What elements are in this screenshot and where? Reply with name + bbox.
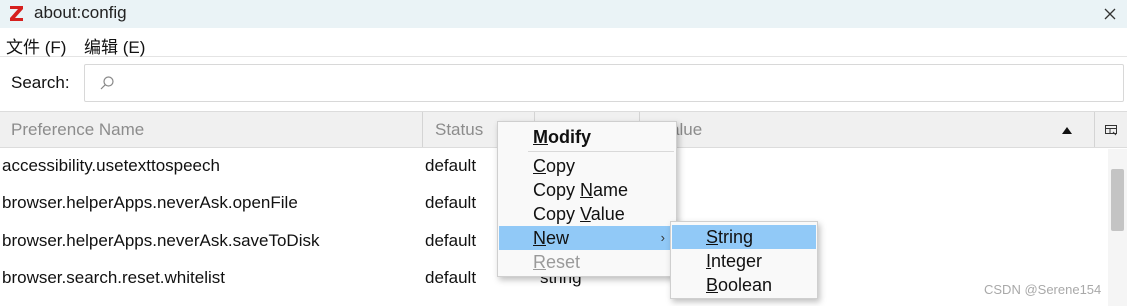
scrollbar-thumb[interactable] (1111, 169, 1124, 231)
watermark: CSDN @Serene154 (984, 282, 1102, 297)
window-title: about:config (34, 3, 127, 22)
menu-item-new-boolean[interactable]: Boolean (672, 273, 816, 297)
search-input[interactable] (123, 69, 1103, 97)
menu-item-new-label: New (533, 228, 570, 248)
menu-item-copy-name[interactable]: Copy Name (499, 178, 675, 202)
search-label: Search: (11, 73, 70, 92)
app-logo-icon (10, 6, 23, 21)
menu-item-copy-label: Copy (533, 156, 576, 176)
menu-item-reset: Reset (499, 250, 675, 274)
column-picker-icon (1105, 124, 1117, 135)
menu-item-new[interactable]: New › (499, 226, 675, 250)
menu-edit[interactable]: 编辑 (E) (84, 33, 145, 58)
menu-file[interactable]: 文件 (F) (6, 33, 66, 58)
menu-separator (528, 151, 674, 152)
menu-item-copy-value-label: Copy Value (533, 204, 625, 224)
search-box[interactable] (84, 64, 1124, 102)
vertical-scrollbar[interactable] (1108, 149, 1127, 306)
menu-item-reset-label: Reset (533, 252, 581, 272)
menu-item-copy-value[interactable]: Copy Value (499, 202, 675, 226)
preference-status: default (425, 268, 477, 287)
menu-item-new-integer[interactable]: Integer (672, 249, 816, 273)
column-picker-button[interactable] (1094, 112, 1127, 147)
menu-item-modify[interactable]: Modify (499, 125, 675, 149)
preference-name: browser.search.reset.whitelist (2, 268, 225, 287)
preference-name: browser.helperApps.neverAsk.openFile (2, 193, 298, 212)
preference-name: accessibility.usetexttospeech (2, 156, 220, 175)
preference-status: default (425, 231, 477, 250)
column-preference-name[interactable]: Preference Name (0, 112, 423, 147)
context-menu: Modify Copy Copy Name Copy Value New › R… (497, 121, 677, 277)
search-icon (100, 76, 114, 90)
menu-item-new-string-label: String (706, 227, 754, 247)
column-value[interactable]: Value (640, 112, 1090, 147)
title-bar: about:config (0, 0, 1127, 28)
menu-item-new-integer-label: Integer (706, 251, 763, 271)
sort-ascending-icon (1062, 127, 1072, 134)
menu-bar: 文件 (F) 编辑 (E) (0, 29, 1127, 57)
submenu-arrow-icon: › (660, 230, 665, 245)
search-row: Search: (0, 58, 1127, 110)
menu-item-copy[interactable]: Copy (499, 154, 675, 178)
close-button[interactable] (1093, 0, 1127, 28)
menu-item-new-string[interactable]: String (672, 225, 816, 249)
preference-name: browser.helperApps.neverAsk.saveToDisk (2, 231, 320, 250)
menu-item-modify-label: odify (548, 127, 591, 147)
menu-item-copy-name-label: Copy Name (533, 180, 629, 200)
close-icon (1104, 8, 1116, 20)
preference-status: default (425, 156, 477, 175)
new-submenu: String Integer Boolean (670, 221, 818, 299)
preference-status: default (425, 193, 477, 212)
menu-item-new-boolean-label: Boolean (706, 275, 773, 295)
